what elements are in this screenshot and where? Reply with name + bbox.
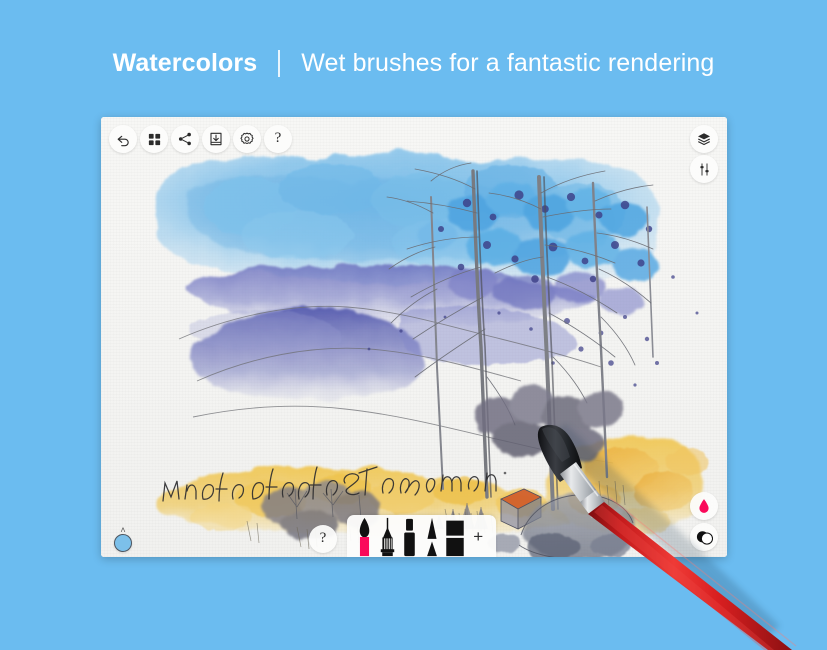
headline-group: Watercolors Wet brushes for a fantastic …: [113, 49, 715, 78]
marker-icon: [404, 518, 415, 557]
water-drop-icon: [699, 499, 709, 513]
pencil-icon: [380, 517, 394, 557]
gear-icon: [240, 132, 254, 145]
adjustments-button[interactable]: [690, 155, 718, 183]
import-button[interactable]: [202, 125, 230, 153]
app-window: ? ˄ ? +: [101, 117, 727, 557]
share-button[interactable]: [171, 125, 199, 153]
brush-pen[interactable]: [421, 517, 444, 557]
undo-icon: [117, 135, 129, 146]
eraser-icon: [446, 520, 464, 557]
brush-palette[interactable]: +: [347, 515, 496, 557]
brush-pencil[interactable]: [376, 517, 399, 557]
color-wheel-icon: [696, 530, 713, 545]
color-wheel-button[interactable]: [690, 523, 718, 551]
download-icon: [210, 132, 222, 146]
gallery-button[interactable]: [140, 125, 168, 153]
pen-icon: [427, 517, 438, 557]
chevron-up-icon: ˄: [120, 525, 126, 535]
color-drop-button[interactable]: [690, 492, 718, 520]
question-mark-icon: ?: [274, 130, 282, 146]
page-title: Watercolors: [112, 49, 258, 77]
headline-divider: [278, 50, 281, 77]
brush-size-indicator[interactable]: [114, 534, 132, 552]
page-header: Watercolors Wet brushes for a fantastic …: [0, 0, 827, 117]
settings-button[interactable]: [233, 125, 261, 153]
share-icon: [178, 132, 191, 146]
help-button-top[interactable]: ?: [264, 125, 292, 153]
layers-icon: [698, 133, 710, 146]
sliders-icon: [699, 162, 709, 176]
help-button-bottom[interactable]: ?: [309, 525, 337, 553]
add-brush-button[interactable]: +: [466, 517, 490, 557]
brush-eraser[interactable]: [444, 517, 467, 557]
grid-icon: [148, 133, 160, 145]
brush-marker[interactable]: [398, 517, 421, 557]
watercolor-brush-icon: [359, 517, 370, 557]
brush-watercolor[interactable]: [353, 517, 376, 557]
undo-button[interactable]: [109, 125, 137, 153]
page-subtitle: Wet brushes for a fantastic rendering: [301, 49, 715, 77]
brush-size-widget[interactable]: ˄: [109, 522, 137, 552]
layers-button[interactable]: [690, 125, 718, 153]
question-mark-icon: ?: [319, 530, 327, 546]
artwork-canvas: [154, 151, 709, 557]
